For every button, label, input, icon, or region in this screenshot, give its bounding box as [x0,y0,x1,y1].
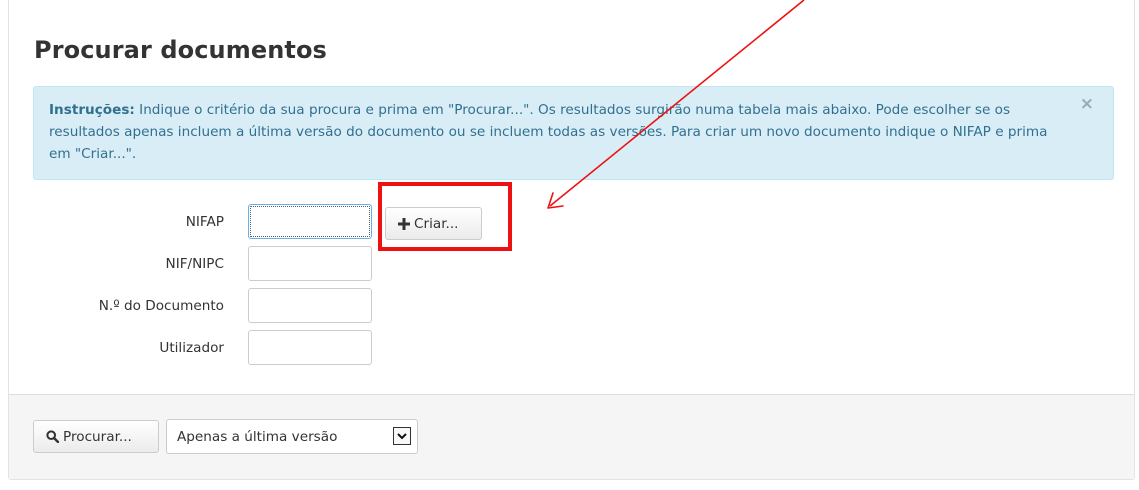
search-button[interactable]: Procurar... [33,420,159,453]
nifap-input[interactable] [248,204,372,239]
alert-text: Indique o critério da sua procura e prim… [49,102,1048,162]
create-button[interactable]: Criar... [385,207,482,240]
document-number-input[interactable] [248,288,372,323]
search-icon [46,430,59,443]
nif-nipc-label: NIF/NIPC [165,256,224,272]
page-title: Procurar documentos [34,36,327,64]
plus-icon [398,217,410,230]
create-button-label: Criar... [414,215,459,232]
document-number-label: N.º do Documento [98,298,224,314]
version-select-value: Apenas a última versão [177,428,338,445]
close-icon[interactable]: × [1080,93,1094,115]
instructions-alert: Instruções: Indique o critério da sua pr… [33,86,1114,180]
user-label: Utilizador [159,340,224,356]
user-input[interactable] [248,330,372,365]
nifap-label: NIFAP [185,214,224,230]
chevron-down-icon[interactable] [393,427,411,445]
version-select[interactable]: Apenas a última versão [166,419,418,454]
search-button-label: Procurar... [63,428,132,445]
nif-nipc-input[interactable] [248,246,372,281]
alert-label: Instruções: [49,102,135,118]
